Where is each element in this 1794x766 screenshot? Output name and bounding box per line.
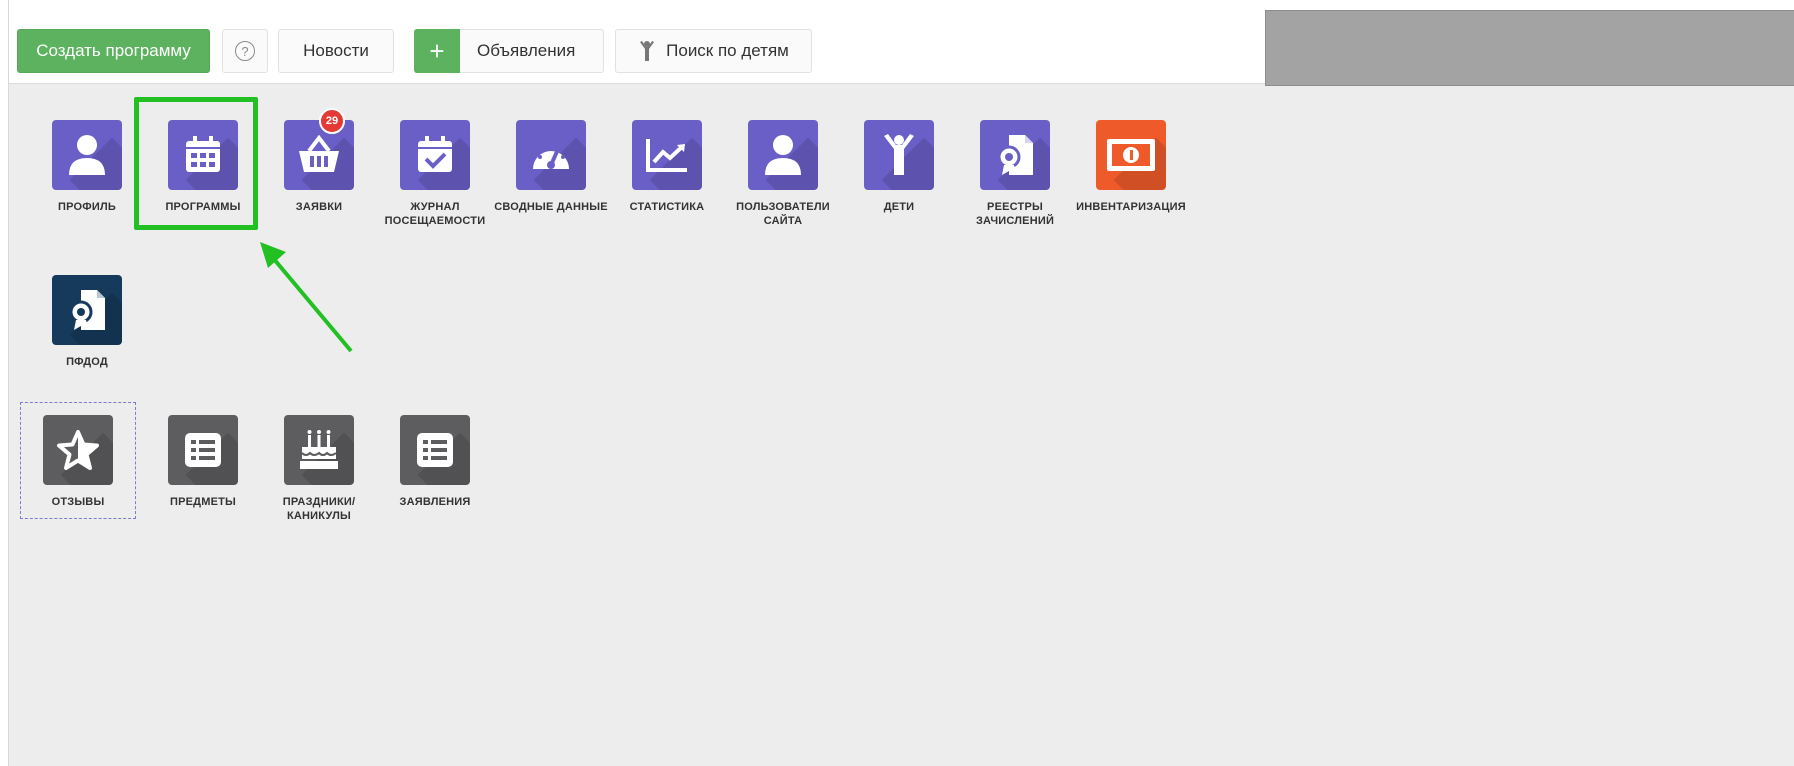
app-area: Создать программу ? Новости + Объявления… (8, 0, 1794, 766)
gray-placeholder-panel (1265, 10, 1794, 86)
calendar-check-icon (400, 120, 470, 190)
tile-children[interactable]: ДЕТИ (841, 120, 957, 214)
create-program-button[interactable]: Создать программу (17, 29, 210, 73)
tile-statistics[interactable]: СТАТИСТИКА (609, 120, 725, 214)
list-icon (168, 415, 238, 485)
gauge-icon (516, 120, 586, 190)
tile-statements[interactable]: ЗАЯВЛЕНИЯ (377, 415, 493, 509)
tile-pfdod[interactable]: ПФДОД (29, 275, 145, 369)
tile-summary-data[interactable]: СВОДНЫЕ ДАННЫЕ (493, 120, 609, 214)
tile-label: ЗАЯВЛЕНИЯ (399, 496, 471, 508)
plus-icon: + (414, 29, 460, 73)
tile-label: РЕЕСТРЫ ЗАЧИСЛЕНИЙ (975, 201, 1055, 227)
tile-inventory[interactable]: ИНВЕНТАРИЗАЦИЯ (1073, 120, 1189, 214)
tile-enrollment-registers[interactable]: РЕЕСТРЫ ЗАЧИСЛЕНИЙ (957, 120, 1073, 228)
notification-badge: 29 (319, 108, 345, 134)
tile-profile[interactable]: ПРОФИЛЬ (29, 120, 145, 214)
help-button[interactable]: ? (222, 29, 268, 73)
question-icon: ? (235, 41, 255, 61)
basket-icon (284, 120, 354, 190)
tile-label: ПРЕДМЕТЫ (169, 496, 236, 508)
tile-label: ПРАЗДНИКИ/ КАНИКУЛЫ (282, 496, 356, 522)
star-icon (43, 415, 113, 485)
tile-label: СТАТИСТИКА (629, 201, 705, 213)
certificate-icon (52, 275, 122, 345)
money-icon (1096, 120, 1166, 190)
tile-label: ЖУРНАЛ ПОСЕЩАЕМОСТИ (384, 201, 486, 227)
tile-applications[interactable]: 29 ЗАЯВКИ (261, 108, 377, 214)
tile-subjects[interactable]: ПРЕДМЕТЫ (145, 415, 261, 509)
tile-label: ИНВЕНТАРИЗАЦИЯ (1076, 201, 1186, 213)
child-icon (864, 120, 934, 190)
tile-label: ОТЗЫВЫ (51, 496, 105, 508)
tile-label: ЗАЯВКИ (295, 201, 343, 213)
pointer-arrow-icon (260, 242, 353, 353)
tile-attendance-journal[interactable]: ЖУРНАЛ ПОСЕЩАЕМОСТИ (377, 120, 493, 228)
tile-site-users[interactable]: ПОЛЬЗОВАТЕЛИ САЙТА (725, 120, 841, 228)
user-icon (748, 120, 818, 190)
tile-label: ДЕТИ (883, 201, 915, 213)
certificate-icon (980, 120, 1050, 190)
announcements-label: Объявления (477, 41, 576, 60)
cake-icon (284, 415, 354, 485)
list-icon (400, 415, 470, 485)
tile-label: ПРОФИЛЬ (58, 201, 116, 213)
tile-holidays[interactable]: ПРАЗДНИКИ/ КАНИКУЛЫ (261, 415, 377, 523)
tile-label: ПФДОД (66, 356, 108, 368)
chart-icon (632, 120, 702, 190)
tile-label: ПОЛЬЗОВАТЕЛИ САЙТА (736, 201, 830, 227)
tile-reviews[interactable]: ОТЗЫВЫ (20, 415, 136, 509)
search-children-button[interactable]: Поиск по детям (615, 29, 812, 73)
tile-label: СВОДНЫЕ ДАННЫЕ (494, 201, 608, 213)
announcements-button[interactable]: + Объявления (414, 29, 604, 73)
news-button[interactable]: Новости (278, 29, 394, 73)
user-icon (52, 120, 122, 190)
child-icon (640, 41, 655, 61)
search-children-label: Поиск по детям (666, 41, 789, 60)
